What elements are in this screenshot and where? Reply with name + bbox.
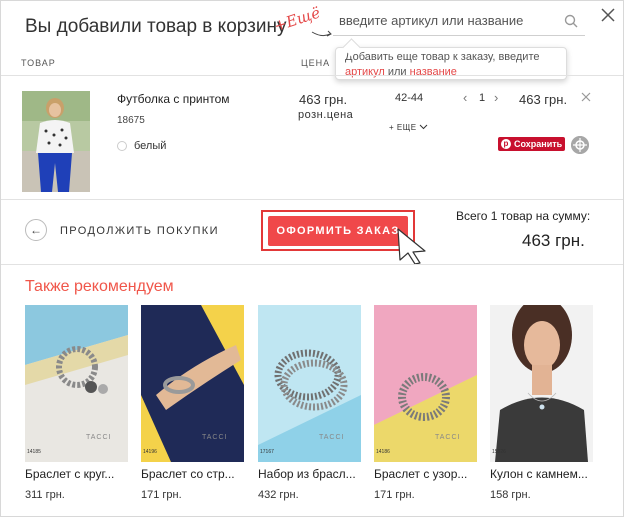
total-label: Всего 1 товар на сумму: [456, 209, 591, 223]
add-size-button[interactable]: + ЕЩЕ [389, 123, 428, 132]
product-color: белый [134, 140, 167, 152]
recommendation-price: 311 грн. [25, 489, 65, 501]
recommendation-code: 14186 [376, 449, 390, 455]
divider [1, 264, 623, 265]
total-sum: 463 грн. [522, 231, 585, 250]
add-more-text: +Ещё [272, 4, 323, 35]
recommendation-image[interactable]: 15826 [490, 305, 593, 462]
recommendation-brand: TACCI [435, 434, 461, 441]
recommendation-image[interactable]: 14185 TACCI [25, 305, 128, 462]
pinterest-save-button[interactable]: p Сохранить [498, 137, 565, 151]
product-price: 463 грн. [299, 92, 348, 107]
modal-title: Вы добавили товар в корзину [25, 16, 287, 37]
recommendation-image[interactable]: 14186 TACCI [374, 305, 477, 462]
chevron-down-icon [419, 124, 428, 130]
quantity-value[interactable]: 1 [479, 92, 485, 104]
zoom-icon[interactable] [571, 136, 589, 154]
recommendation-price: 158 грн. [490, 489, 531, 501]
recommendations-title: Также рекомендуем [25, 278, 174, 295]
quantity-increase[interactable]: › [494, 90, 498, 105]
recommendation-brand: TACCI [202, 434, 228, 441]
hint-or: или [387, 66, 407, 78]
checkout-button[interactable]: ОФОРМИТЬ ЗАКАЗ [268, 216, 408, 246]
recommendation-brand: TACCI [86, 434, 112, 441]
recommendation-price: 171 грн. [141, 489, 182, 501]
column-header-product: ТОВАР [21, 58, 56, 68]
search-input[interactable] [339, 13, 559, 28]
product-code: 18675 [117, 115, 145, 126]
save-label: Сохранить [514, 139, 563, 149]
product-size: 42-44 [395, 92, 424, 104]
color-swatch [117, 141, 127, 151]
hint-text: Добавить еще товар к заказу, введите [345, 51, 540, 63]
hint-link-name[interactable]: название [410, 66, 457, 78]
quantity-decrease[interactable]: ‹ [463, 90, 467, 105]
add-size-label: + ЕЩЕ [389, 123, 417, 132]
remove-item-icon[interactable] [581, 92, 591, 102]
price-type: розн.цена [298, 109, 354, 121]
recommendation-price: 432 грн. [258, 489, 299, 501]
divider [1, 75, 623, 76]
mouse-cursor-icon [397, 228, 426, 265]
recommendation-price: 171 грн. [374, 489, 415, 501]
recommendation-code: 14196 [143, 449, 157, 455]
recommendation-name[interactable]: Кулон с камнем... [490, 467, 608, 481]
search-box [333, 8, 585, 36]
close-icon[interactable] [599, 6, 617, 24]
recommendation-name[interactable]: Браслет с круг... [25, 467, 143, 481]
recommendation-name[interactable]: Браслет с узор... [374, 467, 492, 481]
hint-link-sku[interactable]: артикул [345, 66, 385, 78]
recommendation-code: 15826 [492, 449, 506, 455]
recommendation-code: 17167 [260, 449, 274, 455]
continue-shopping-button[interactable]: ПРОДОЛЖИТЬ ПОКУПКИ [60, 225, 219, 237]
column-header-price: ЦЕНА [301, 58, 331, 68]
search-icon[interactable] [563, 13, 579, 29]
product-name[interactable]: Футболка с принтом [117, 92, 230, 106]
product-image[interactable] [22, 91, 90, 192]
add-more-label[interactable]: +Ещё [272, 3, 342, 40]
recommendation-image[interactable]: 17167 TACCI [258, 305, 361, 462]
divider [1, 199, 623, 200]
item-total: 463 грн. [519, 92, 568, 107]
back-arrow-icon[interactable]: ← [25, 219, 47, 241]
pinterest-icon: p [501, 139, 511, 149]
recommendation-brand: TACCI [319, 434, 345, 441]
recommendation-code: 14185 [27, 449, 41, 455]
recommendation-name[interactable]: Набор из брасл... [258, 467, 376, 481]
recommendation-image[interactable]: 14196 TACCI [141, 305, 244, 462]
recommendation-name[interactable]: Браслет со стр... [141, 467, 259, 481]
cart-modal: Вы добавили товар в корзину +Ещё Добавит… [0, 0, 624, 517]
